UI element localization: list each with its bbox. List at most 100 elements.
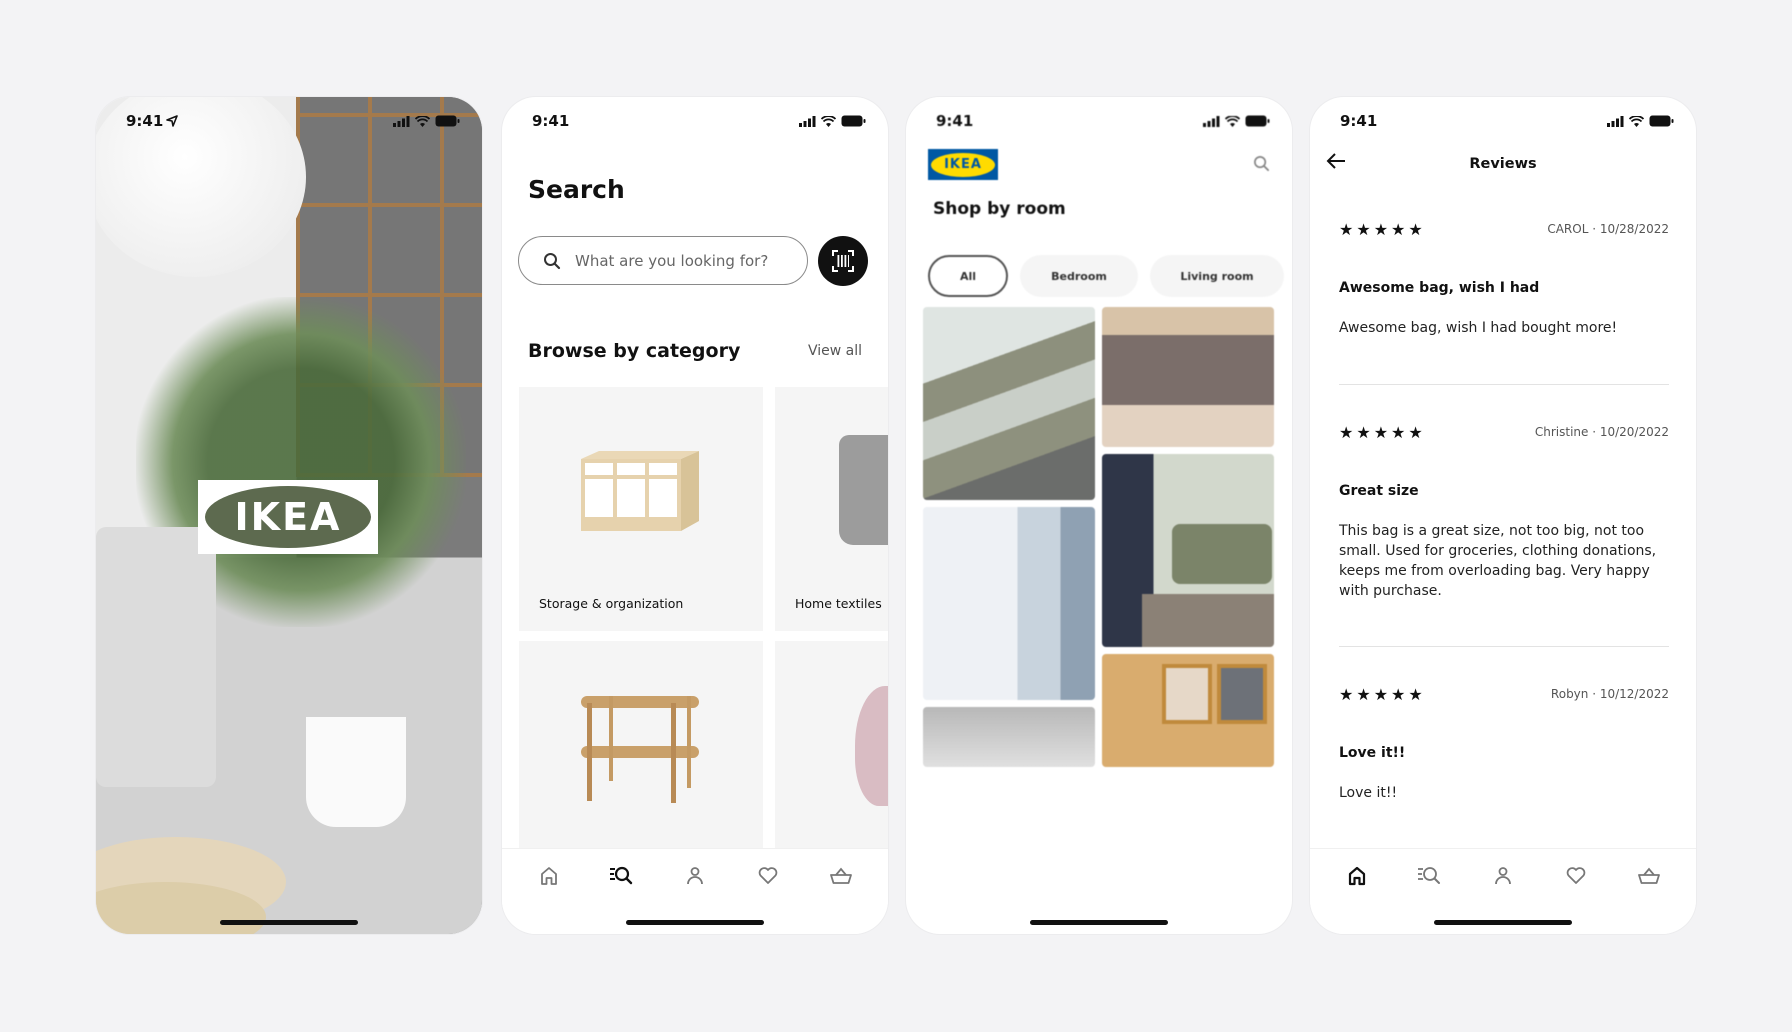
star-icon: ★ (1356, 422, 1371, 442)
room-image-craft-organizer[interactable] (1102, 307, 1274, 447)
browse-category-header: Browse by category View all (528, 340, 862, 362)
status-time: 9:41 (532, 112, 570, 130)
search-list-icon (609, 866, 632, 885)
home-indicator[interactable] (220, 920, 358, 925)
section-title: Browse by category (528, 340, 741, 362)
ikea-logo[interactable]: IKEA (928, 149, 998, 180)
nav-home[interactable] (529, 863, 569, 889)
barcode-scan-icon (832, 250, 854, 272)
star-rating: ★ ★ ★ ★ ★ (1339, 220, 1423, 239)
status-bar: 9:41 (1310, 111, 1696, 131)
home-indicator[interactable] (1030, 920, 1168, 925)
console-table-image (581, 696, 699, 803)
phone-splash-screen: 9:41 IKEA (96, 97, 482, 934)
divider (1339, 646, 1669, 647)
signal-icon (393, 115, 410, 127)
chip-label: All (959, 269, 977, 283)
heart-icon (758, 867, 778, 884)
nav-profile[interactable] (675, 863, 715, 889)
review-body: This bag is a great size, not too big, n… (1339, 523, 1657, 599)
storage-unit-image (581, 451, 699, 531)
nav-favourites[interactable] (1556, 863, 1596, 889)
chip-label: Living room (1180, 269, 1254, 283)
search-icon (544, 252, 561, 269)
page-title: Shop by room (933, 199, 1066, 219)
status-time: 9:41 (936, 112, 974, 130)
star-rating: ★ ★ ★ ★ ★ (1339, 685, 1423, 704)
room-filter-chips: All Bedroom Living room (928, 255, 1284, 297)
status-time: 9:41 (1340, 112, 1378, 130)
review-headline: Love it!! (1339, 745, 1406, 761)
review-item: ★ ★ ★ ★ ★ Christine · 10/20/2022 Great size … (1339, 422, 1669, 601)
room-image-folded-textiles[interactable] (1102, 454, 1274, 647)
battery-icon (1649, 115, 1674, 127)
battery-icon (435, 115, 460, 127)
chip-all[interactable]: All (928, 255, 1008, 297)
category-label: Home textiles (795, 596, 882, 611)
nav-cart[interactable] (1629, 863, 1669, 889)
search-icon (1254, 156, 1270, 172)
wifi-icon (1629, 115, 1644, 127)
search-field[interactable] (518, 236, 808, 285)
status-time: 9:41 (126, 112, 164, 130)
star-rating: ★ ★ ★ ★ ★ (1339, 423, 1423, 442)
phone-reviews-screen: 9:41 Reviews ★ ★ ★ ★ ★ CAROL · 10/28/2022 Aw… (1310, 97, 1696, 934)
review-body: Awesome bag, wish I had bought more! (1339, 320, 1618, 336)
star-icon: ★ (1373, 684, 1389, 704)
room-image-painting-bench[interactable] (923, 307, 1095, 500)
divider (1339, 384, 1669, 385)
home-icon (1348, 866, 1365, 886)
person-icon (687, 867, 703, 885)
nav-home[interactable] (1337, 863, 1377, 889)
star-icon: ★ (1339, 684, 1354, 704)
chip-label: Bedroom (1051, 269, 1107, 283)
home-indicator[interactable] (1434, 920, 1572, 925)
wifi-icon (415, 115, 430, 127)
nav-search[interactable] (602, 863, 642, 889)
home-icon (540, 867, 557, 885)
room-image-ceiling[interactable] (923, 707, 1095, 767)
star-icon: ★ (1408, 684, 1423, 704)
star-icon: ★ (1339, 219, 1354, 239)
nav-search[interactable] (1410, 863, 1450, 889)
barcode-scan-button[interactable] (818, 236, 868, 286)
nav-cart[interactable] (821, 863, 861, 889)
home-indicator[interactable] (626, 920, 764, 925)
signal-icon (1203, 115, 1220, 127)
star-icon: ★ (1408, 219, 1423, 239)
search-input[interactable] (575, 251, 785, 270)
search-list-icon (1417, 867, 1440, 884)
search-button[interactable] (1253, 155, 1270, 176)
category-label: Storage & organization (539, 596, 684, 611)
chip-bedroom[interactable]: Bedroom (1020, 255, 1138, 297)
nav-favourites[interactable] (748, 863, 788, 889)
nav-profile[interactable] (1483, 863, 1523, 889)
star-icon: ★ (1373, 422, 1389, 442)
chip-living-room[interactable]: Living room (1150, 255, 1284, 297)
room-image-picture-frames[interactable] (1102, 654, 1274, 767)
review-author-date: CAROL · 10/28/2022 (1547, 222, 1669, 236)
star-icon: ★ (1391, 219, 1406, 239)
review-author-date: Robyn · 10/12/2022 (1550, 687, 1669, 701)
category-tile-storage[interactable]: Storage & organization (519, 387, 763, 631)
review-headline: Awesome bag, wish I had (1339, 280, 1540, 296)
heart-icon (1566, 867, 1586, 884)
signal-icon (799, 115, 816, 127)
star-icon: ★ (1408, 422, 1423, 442)
page-title: Reviews (1469, 156, 1537, 172)
basket-icon (1638, 867, 1661, 884)
star-icon: ★ (1391, 422, 1406, 442)
view-all-link[interactable]: View all (808, 343, 862, 359)
basket-icon (830, 867, 853, 884)
status-bar: 9:41 (502, 111, 888, 131)
star-icon: ★ (1373, 219, 1389, 239)
review-body: Love it!! (1339, 785, 1398, 801)
ikea-logo: IKEA (198, 480, 378, 554)
star-icon: ★ (1356, 219, 1371, 239)
star-icon: ★ (1391, 684, 1406, 704)
pink-vase-image (855, 686, 888, 806)
wifi-icon (821, 115, 836, 127)
category-tile-textiles[interactable]: Home textiles (775, 387, 888, 631)
room-image-sheer-curtains[interactable] (923, 507, 1095, 700)
status-bar: 9:41 (906, 111, 1292, 131)
